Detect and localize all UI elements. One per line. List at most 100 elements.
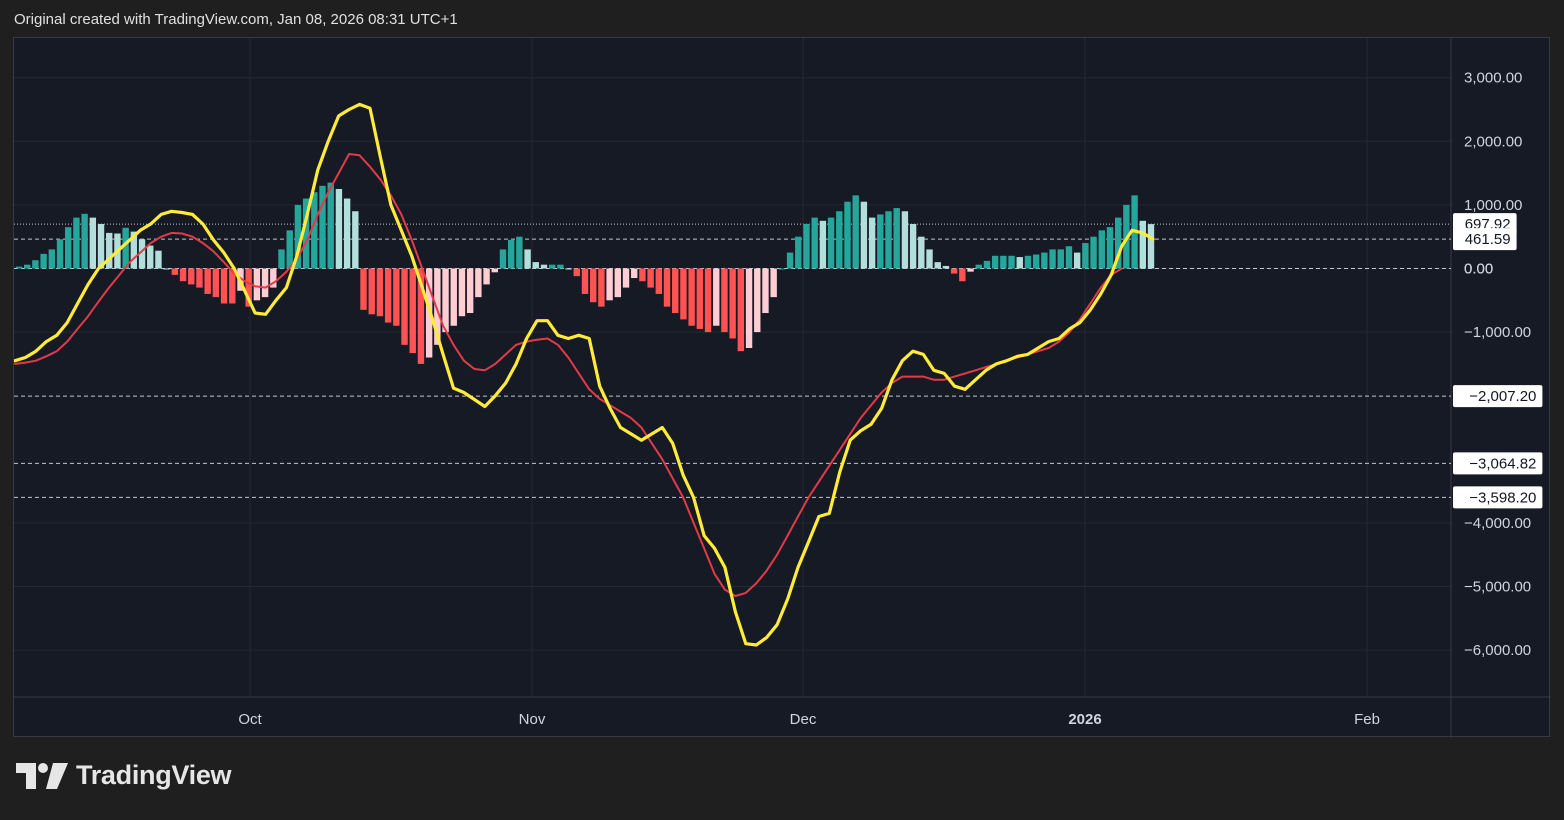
brand-name: TradingView — [76, 760, 232, 790]
histogram-bar — [1057, 249, 1064, 269]
histogram-bar — [1041, 252, 1048, 269]
histogram-bar — [573, 268, 580, 277]
histogram-bar — [89, 217, 97, 269]
histogram-bar — [729, 268, 736, 339]
histogram-bar — [1098, 230, 1105, 269]
histogram-bar — [212, 268, 220, 298]
x-tick-label: Feb — [1354, 711, 1380, 728]
histogram-bar — [663, 268, 671, 307]
histogram-bar — [73, 217, 80, 269]
histogram-bar — [540, 264, 548, 269]
histogram-bar — [278, 249, 285, 269]
histogram-bar — [97, 223, 105, 269]
chart-pane[interactable]: 3,000.00 2,000.00 1,000.00 0.00 −1,000.00 −4,… — [13, 37, 1551, 738]
histogram-bar — [934, 262, 941, 269]
histogram-bar — [803, 223, 810, 269]
histogram-bar — [516, 236, 523, 269]
histogram-bar — [975, 264, 982, 269]
y-tick-label: −6,000.00 — [1464, 642, 1531, 659]
zero-tick-label: 0.00 — [1464, 261, 1493, 278]
tradingview-logo-icon — [16, 762, 68, 789]
histogram-bar — [1082, 243, 1089, 269]
histogram-bar — [360, 268, 367, 310]
histogram-bar — [327, 182, 334, 269]
histogram-bar — [950, 268, 958, 274]
histogram-bar — [819, 220, 827, 269]
histogram-bar — [483, 268, 490, 285]
signal-line — [14, 153, 1123, 597]
histogram-bar — [909, 223, 917, 269]
histogram-bar — [1024, 255, 1032, 269]
histogram-bar — [458, 268, 466, 317]
price-label-text: −2,007.20 — [1469, 388, 1536, 405]
histogram-bar — [261, 268, 269, 298]
histogram-bar — [737, 268, 745, 352]
brand[interactable]: TradingView — [16, 760, 232, 791]
histogram-bar — [786, 252, 794, 269]
histogram-bar — [548, 264, 556, 269]
histogram-bar — [778, 268, 786, 270]
histogram-bar — [1073, 252, 1081, 269]
histogram-bar — [713, 268, 720, 326]
histogram-bar — [770, 268, 777, 298]
histogram-bar — [926, 249, 933, 269]
histogram-bar — [196, 268, 203, 288]
histogram-bar — [1000, 255, 1007, 269]
histogram-bar — [581, 268, 589, 294]
histogram-bar — [901, 211, 909, 269]
time-axis[interactable]: Oct Nov Dec 2026 Feb — [238, 711, 1380, 728]
macd-chart[interactable]: 3,000.00 2,000.00 1,000.00 0.00 −1,000.00 −4,… — [14, 38, 1551, 738]
x-tick-label: Dec — [790, 711, 817, 728]
histogram-bar — [852, 195, 859, 269]
histogram-bar — [368, 268, 375, 315]
price-label-text: −3,598.20 — [1469, 489, 1536, 506]
histogram-bar — [885, 211, 892, 269]
histogram-bar — [1090, 236, 1097, 269]
macd-line-path — [14, 102, 1155, 647]
histogram-bar — [155, 250, 162, 269]
y-tick-label: 1,000.00 — [1464, 197, 1522, 214]
histogram-bar — [122, 227, 129, 269]
histogram-bar — [171, 268, 179, 275]
histogram-bar — [81, 213, 88, 269]
y-tick-label: −1,000.00 — [1464, 324, 1531, 341]
histogram-bar — [598, 268, 605, 307]
histogram-bar — [220, 268, 228, 304]
y-tick-label: 2,000.00 — [1464, 133, 1522, 150]
histogram-bar — [48, 249, 56, 269]
histogram-bar — [672, 268, 679, 314]
histogram-bar — [343, 198, 351, 269]
price-axis[interactable]: 3,000.00 2,000.00 1,000.00 0.00 −1,000.00 −4,… — [1464, 70, 1531, 659]
histogram-bar — [524, 249, 531, 269]
histogram-bar — [704, 268, 712, 333]
histogram-bar — [795, 236, 802, 269]
histogram-bar — [844, 201, 851, 269]
histogram-bar — [1147, 224, 1155, 269]
histogram-bar — [590, 268, 597, 303]
histogram-bar — [384, 268, 392, 323]
histogram-bar — [655, 268, 663, 294]
histogram-bar — [106, 232, 113, 269]
y-tick-label: −5,000.00 — [1464, 579, 1531, 596]
histogram-bar — [647, 268, 654, 288]
histogram-bar — [204, 268, 211, 294]
grid — [14, 38, 1551, 738]
macd-line — [14, 102, 1155, 647]
price-label-text: −3,064.82 — [1469, 455, 1536, 472]
histogram-bar — [32, 260, 39, 269]
histogram-bar — [1106, 227, 1114, 269]
histogram-bar — [376, 268, 384, 317]
histogram-bar — [65, 227, 72, 269]
histogram-bar — [393, 268, 400, 326]
histogram-bar — [499, 249, 507, 269]
histogram-bar — [450, 268, 457, 326]
y-tick-label: 3,000.00 — [1464, 70, 1522, 87]
histogram-bar — [721, 268, 728, 333]
price-label-text: 461.59 — [1465, 231, 1511, 248]
histogram-bar — [286, 230, 293, 269]
histogram-bar — [466, 268, 474, 314]
x-tick-label: Oct — [238, 711, 262, 728]
histogram-bar — [188, 268, 195, 285]
histogram-bar — [335, 189, 343, 269]
histogram-bar — [983, 260, 991, 269]
